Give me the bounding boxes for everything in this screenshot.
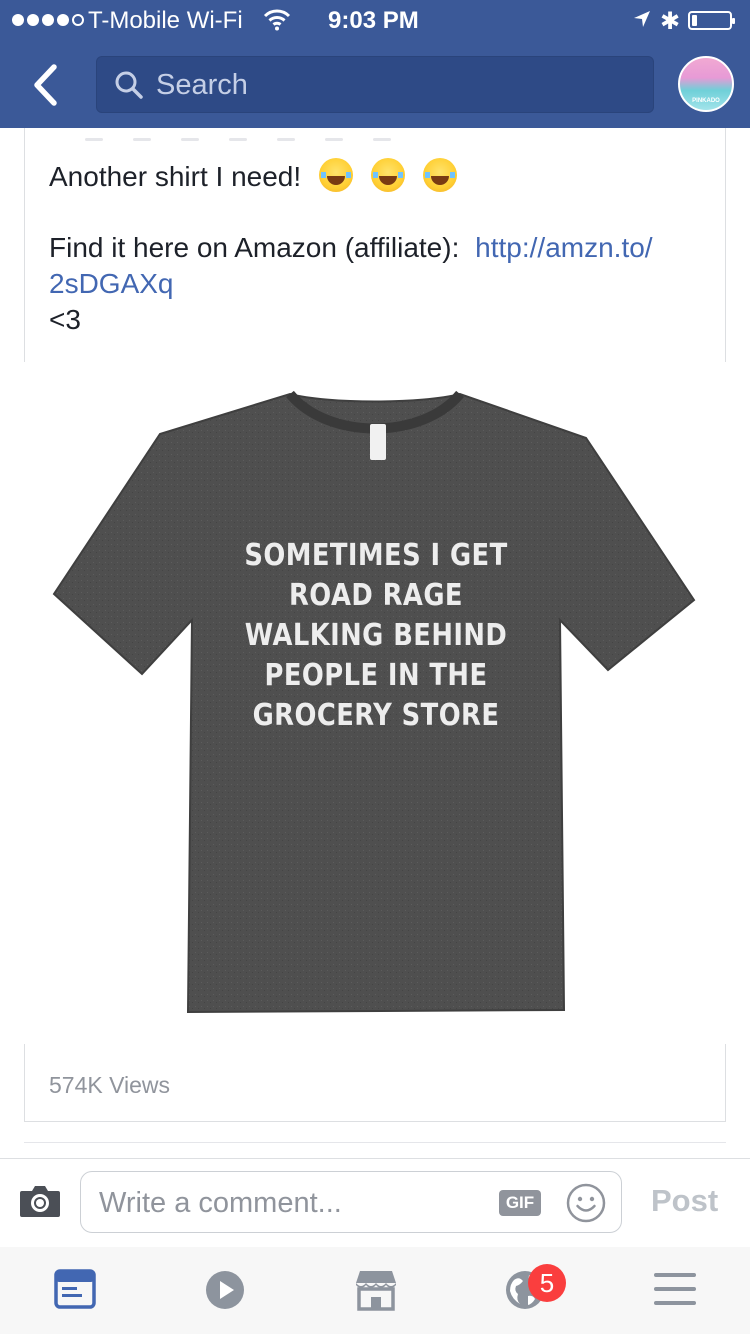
bluetooth-icon: ✱ [660, 8, 681, 35]
wifi-icon [263, 9, 291, 31]
post-text-line: Another shirt I need! [49, 158, 457, 193]
post-text: Another shirt I need! [49, 161, 302, 192]
post-stats: 574K Views [24, 1044, 726, 1122]
post-comment-button[interactable]: Post [651, 1183, 718, 1219]
amazon-link[interactable]: http://amzn.to/ [475, 232, 652, 263]
shirt-text-line: WALKING BEHIND [244, 618, 508, 653]
divider [24, 1142, 726, 1143]
menu-icon[interactable] [654, 1269, 696, 1309]
profile-avatar[interactable]: PINKADO [678, 56, 734, 112]
amazon-link-continued[interactable]: 2sDGAXq [49, 268, 174, 300]
status-bar: T-Mobile Wi-Fi 9:03 PM ✱ [0, 0, 750, 40]
search-icon [115, 71, 143, 99]
bottom-tab-bar [0, 1247, 750, 1334]
news-feed-tab-icon[interactable] [54, 1269, 96, 1309]
search-input[interactable] [154, 56, 638, 115]
notifications-badge: 5 [528, 1264, 566, 1302]
signal-strength-icon [12, 14, 84, 28]
post-photo[interactable]: SOMETIMES I GET ROAD RAGE WALKING BEHIND… [8, 362, 742, 1044]
carrier-label: T-Mobile Wi-Fi [88, 7, 243, 34]
shirt-text-line: PEOPLE IN THE [264, 658, 488, 693]
emoji-picker-icon[interactable] [565, 1182, 607, 1224]
truncated-previous-line [85, 128, 445, 141]
back-button[interactable] [24, 60, 70, 110]
views-count: 574K Views [49, 1072, 171, 1098]
shirt-text-line: SOMETIMES I GET [244, 538, 508, 573]
laughing-emoji-icon [318, 158, 353, 192]
search-bar[interactable] [96, 56, 654, 115]
status-time: 9:03 PM [328, 7, 419, 34]
laughing-emoji-icon [422, 158, 457, 192]
shirt-text-line: ROAD RAGE [289, 578, 463, 613]
comment-composer: GIF Post [0, 1158, 750, 1248]
top-header: T-Mobile Wi-Fi 9:03 PM ✱ PINKADO [0, 0, 750, 128]
comment-field[interactable]: GIF [80, 1171, 622, 1234]
laughing-emoji-icon [370, 158, 405, 192]
video-tab-icon[interactable] [204, 1269, 246, 1311]
shirt-print-text: SOMETIMES I GET ROAD RAGE WALKING BEHIND… [221, 536, 531, 736]
battery-icon [688, 11, 735, 30]
post-text-line: Find it here on Amazon (affiliate): http… [49, 232, 653, 264]
location-arrow-icon [634, 11, 650, 27]
post-text: Find it here on Amazon (affiliate): [49, 232, 460, 263]
shirt-text-line: GROCERY STORE [252, 698, 500, 733]
marketplace-tab-icon[interactable] [354, 1269, 398, 1311]
camera-icon[interactable] [18, 1183, 62, 1219]
comment-input[interactable] [97, 1172, 481, 1234]
gif-button[interactable]: GIF [499, 1190, 541, 1216]
avatar-caption: PINKADO [692, 98, 720, 104]
post-card: Another shirt I need! Find it here on Am… [24, 128, 726, 362]
post-text: <3 [49, 304, 81, 335]
